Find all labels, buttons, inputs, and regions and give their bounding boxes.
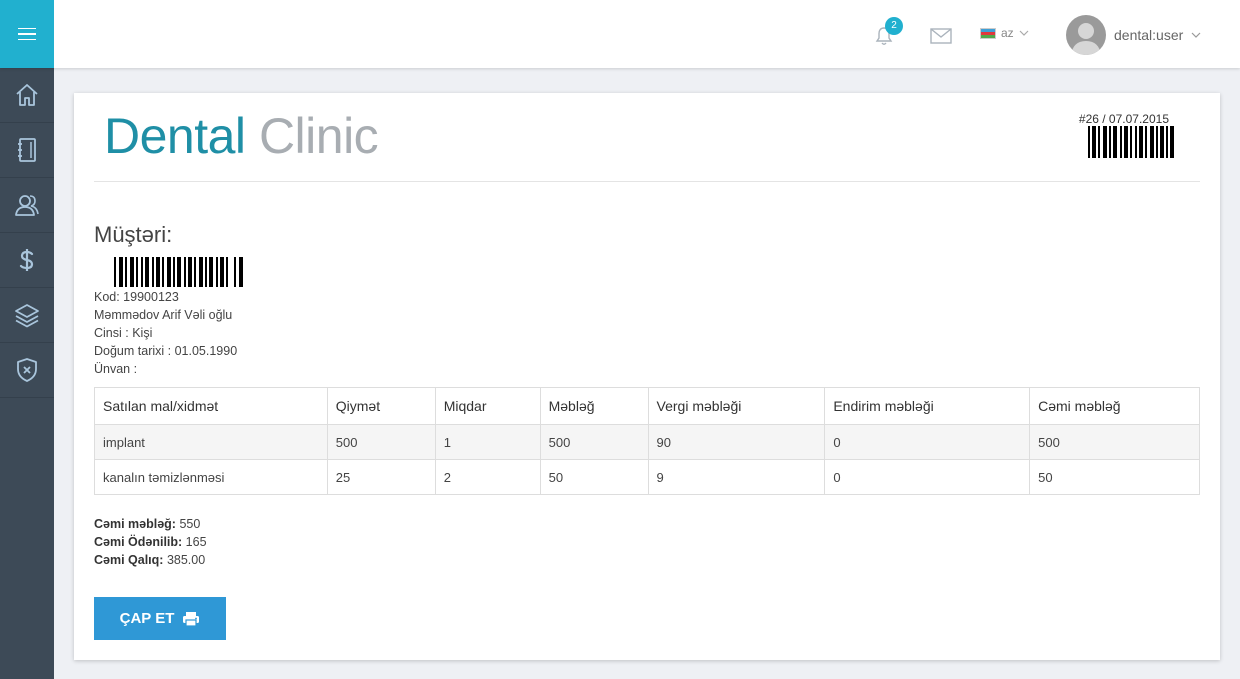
printer-icon (183, 611, 200, 627)
language-label: az (1001, 26, 1014, 40)
items-table: Satılan mal/xidmət Qiymət Miqdar Məbləğ … (94, 387, 1200, 495)
sidebar-item-security[interactable] (0, 343, 54, 398)
table-cell: 0 (824, 424, 1031, 460)
user-name: dental:user (1114, 27, 1184, 43)
total-amount: Cəmi məbləğ: 550 (94, 515, 207, 533)
home-icon (16, 84, 38, 106)
user-silhouette-icon (1071, 23, 1101, 55)
menu-toggle-button[interactable] (0, 0, 54, 68)
table-cell: 25 (326, 459, 436, 495)
total-remaining: Cəmi Qalıq: 385.00 (94, 551, 207, 569)
table-row: implant 500 1 500 90 0 500 (94, 424, 1200, 460)
chevron-down-icon (1019, 30, 1029, 36)
column-header: Vergi məbləği (647, 387, 826, 425)
invoice-card: Dental Clinic #26 / 07.07.2015 Müştəri: … (74, 93, 1220, 660)
table-cell: 50 (539, 459, 649, 495)
layers-icon (15, 304, 39, 328)
table-cell: implant (94, 424, 328, 460)
total-remaining-label: Cəmi Qalıq: (94, 553, 164, 567)
dollar-icon (19, 249, 34, 271)
table-cell: 2 (434, 459, 541, 495)
total-paid-value: 165 (182, 535, 207, 549)
table-cell: kanalın təmizlənməsi (94, 459, 328, 495)
total-remaining-value: 385.00 (163, 553, 206, 567)
clinic-logo: Dental Clinic (104, 107, 379, 165)
sidebar-item-finance[interactable] (0, 233, 54, 288)
logo-clinic: Clinic (258, 108, 379, 164)
invoice-barcode (1088, 126, 1174, 158)
print-button-label: ÇAP ET (119, 610, 175, 627)
divider (94, 181, 1200, 182)
customer-address: Ünvan : (94, 362, 138, 376)
azerbaijan-flag-icon (980, 27, 996, 39)
total-amount-label: Cəmi məbləğ: (94, 517, 176, 531)
customer-name: Məmmədov Arif Vəli oğlu (94, 308, 233, 322)
total-paid-label: Cəmi Ödənilib: (94, 535, 183, 549)
table-cell: 9 (647, 459, 826, 495)
language-selector[interactable]: az (980, 26, 1029, 40)
column-header: Satılan mal/xidmət (94, 387, 328, 425)
hamburger-icon-line (18, 27, 36, 30)
sidebar-item-notebook[interactable] (0, 123, 54, 178)
column-header: Cəmi məbləğ (1029, 387, 1200, 425)
table-row: kanalın təmizlənməsi 25 2 50 9 0 50 (94, 459, 1200, 495)
table-cell: 500 (1029, 424, 1200, 460)
customer-barcode (114, 257, 243, 287)
invoice-number-date: #26 / 07.07.2015 (1078, 112, 1169, 126)
logo-dental: Dental (104, 108, 246, 164)
users-icon (15, 195, 39, 216)
column-header: Məbləğ (539, 387, 649, 425)
notification-badge: 2 (885, 17, 903, 35)
sidebar-item-home[interactable] (0, 68, 54, 123)
table-cell: 1 (434, 424, 541, 460)
customer-code: Kod: 19900123 (94, 290, 179, 304)
customer-gender: Cinsi : Kişi (94, 326, 153, 340)
customer-info: Kod: 19900123 Məmmədov Arif Vəli oğlu Ci… (94, 288, 237, 378)
hamburger-icon-line (18, 38, 36, 41)
shield-icon (17, 358, 37, 382)
customer-birth-date: Doğum tarixi : 01.05.1990 (94, 344, 238, 358)
table-cell: 50 (1029, 459, 1200, 495)
hamburger-icon-line (18, 33, 36, 35)
total-paid: Cəmi Ödənilib: 165 (94, 533, 207, 551)
print-button[interactable]: ÇAP ET (94, 597, 226, 640)
chevron-down-icon (1191, 32, 1201, 38)
sidebar-item-layers[interactable] (0, 288, 54, 343)
table-cell: 90 (647, 424, 826, 460)
customer-title: Müştəri: (94, 222, 173, 247)
top-bar: 2 az dental:user (0, 0, 1240, 68)
totals-summary: Cəmi məbləğ: 550 Cəmi Ödənilib: 165 Cəmi… (94, 515, 207, 569)
total-amount-value: 550 (175, 517, 201, 531)
table-cell: 0 (824, 459, 1031, 495)
sidebar (0, 68, 54, 679)
column-header: Miqdar (434, 387, 541, 425)
table-header-row: Satılan mal/xidmət Qiymət Miqdar Məbləğ … (94, 387, 1200, 425)
notebook-icon (18, 138, 36, 162)
avatar (1066, 15, 1106, 55)
column-header: Endirim məbləği (824, 387, 1031, 425)
column-header: Qiymət (326, 387, 436, 425)
user-menu[interactable]: dental:user (1066, 15, 1201, 55)
mail-icon[interactable] (930, 28, 952, 44)
table-cell: 500 (539, 424, 649, 460)
sidebar-item-patients[interactable] (0, 178, 54, 233)
table-cell: 500 (326, 424, 436, 460)
